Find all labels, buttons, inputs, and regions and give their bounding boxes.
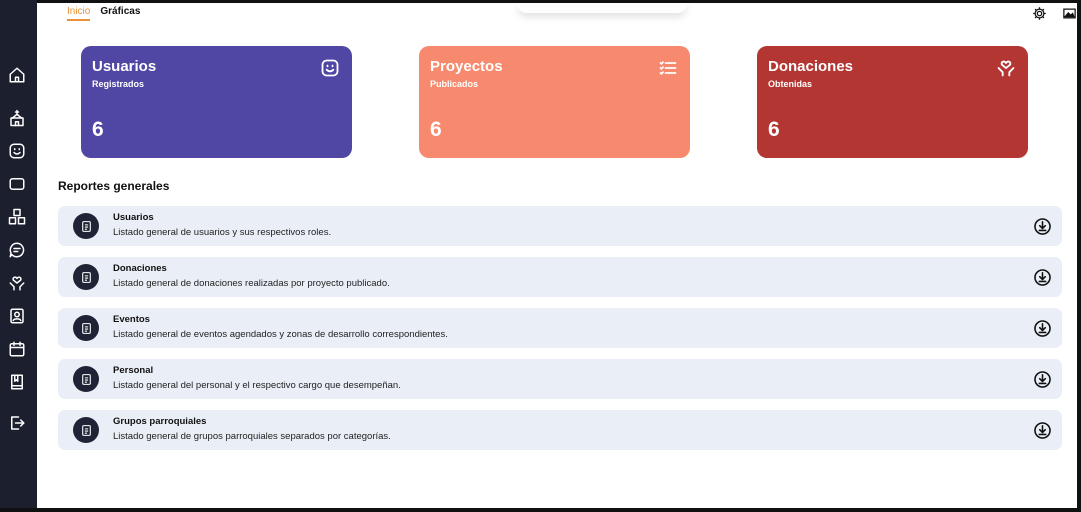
report-row: Eventos Listado general de eventos agend… xyxy=(58,308,1062,348)
document-icon xyxy=(73,264,99,290)
report-description: Listado general de donaciones realizadas… xyxy=(113,278,390,289)
rectangle-icon[interactable] xyxy=(7,174,27,194)
report-row: Usuarios Listado general de usuarios y s… xyxy=(58,206,1062,246)
report-description: Listado general de grupos parroquiales s… xyxy=(113,431,391,442)
logout-icon[interactable] xyxy=(7,413,27,433)
calendar-icon[interactable] xyxy=(7,339,27,359)
card-subtitle: Obtenidas xyxy=(768,79,813,89)
card-donaciones[interactable]: Donaciones Obtenidas 6 xyxy=(757,46,1028,158)
report-description: Listado general de eventos agendados y z… xyxy=(113,329,448,340)
top-shadow xyxy=(517,3,687,13)
sidebar xyxy=(0,0,37,508)
document-icon xyxy=(73,417,99,443)
chat-icon[interactable] xyxy=(7,240,27,260)
book-icon[interactable] xyxy=(7,372,27,392)
image-icon[interactable] xyxy=(1061,5,1077,21)
report-description: Listado general de usuarios y sus respec… xyxy=(113,227,332,238)
card-subtitle: Publicados xyxy=(430,79,479,89)
main-content: Inicio Gráficas Usuarios Registrados 6 P… xyxy=(37,3,1077,508)
tab-inicio[interactable]: Inicio xyxy=(67,6,91,21)
card-title: Donaciones xyxy=(768,58,854,75)
contact-icon[interactable] xyxy=(7,306,27,326)
report-row: Donaciones Listado general de donaciones… xyxy=(58,257,1062,297)
smile-icon[interactable] xyxy=(7,141,27,161)
download-icon[interactable] xyxy=(1032,216,1052,236)
section-title: Reportes generales xyxy=(58,179,170,193)
download-icon[interactable] xyxy=(1032,369,1052,389)
report-title: Donaciones xyxy=(113,263,167,274)
card-title: Usuarios xyxy=(92,58,157,75)
document-icon xyxy=(73,315,99,341)
top-right-actions xyxy=(1031,5,1077,21)
tab-graficas[interactable]: Gráficas xyxy=(100,6,140,21)
document-icon xyxy=(73,213,99,239)
card-title: Proyectos xyxy=(430,58,503,75)
card-count: 6 xyxy=(92,118,104,141)
report-row: Personal Listado general del personal y … xyxy=(58,359,1062,399)
document-icon xyxy=(73,366,99,392)
download-icon[interactable] xyxy=(1032,267,1052,287)
boxes-icon[interactable] xyxy=(7,207,27,227)
card-proyectos[interactable]: Proyectos Publicados 6 xyxy=(419,46,690,158)
report-description: Listado general del personal y el respec… xyxy=(113,380,401,391)
smile-icon xyxy=(319,57,341,79)
report-title: Personal xyxy=(113,365,154,376)
settings-icon[interactable] xyxy=(1031,5,1047,21)
download-icon[interactable] xyxy=(1032,318,1052,338)
report-title: Usuarios xyxy=(113,212,154,223)
top-nav: Inicio Gráficas xyxy=(67,6,140,21)
heart-hands-icon[interactable] xyxy=(7,273,27,293)
report-title: Grupos parroquiales xyxy=(113,416,207,427)
card-count: 6 xyxy=(430,118,442,141)
card-subtitle: Registrados xyxy=(92,79,145,89)
card-count: 6 xyxy=(768,118,780,141)
report-row: Grupos parroquiales Listado general de g… xyxy=(58,410,1062,450)
download-icon[interactable] xyxy=(1032,420,1052,440)
card-usuarios[interactable]: Usuarios Registrados 6 xyxy=(81,46,352,158)
report-title: Eventos xyxy=(113,314,150,325)
heart-hands-icon xyxy=(995,57,1017,79)
home-icon[interactable] xyxy=(7,65,27,85)
church-icon[interactable] xyxy=(7,108,27,128)
list-icon xyxy=(657,57,679,79)
